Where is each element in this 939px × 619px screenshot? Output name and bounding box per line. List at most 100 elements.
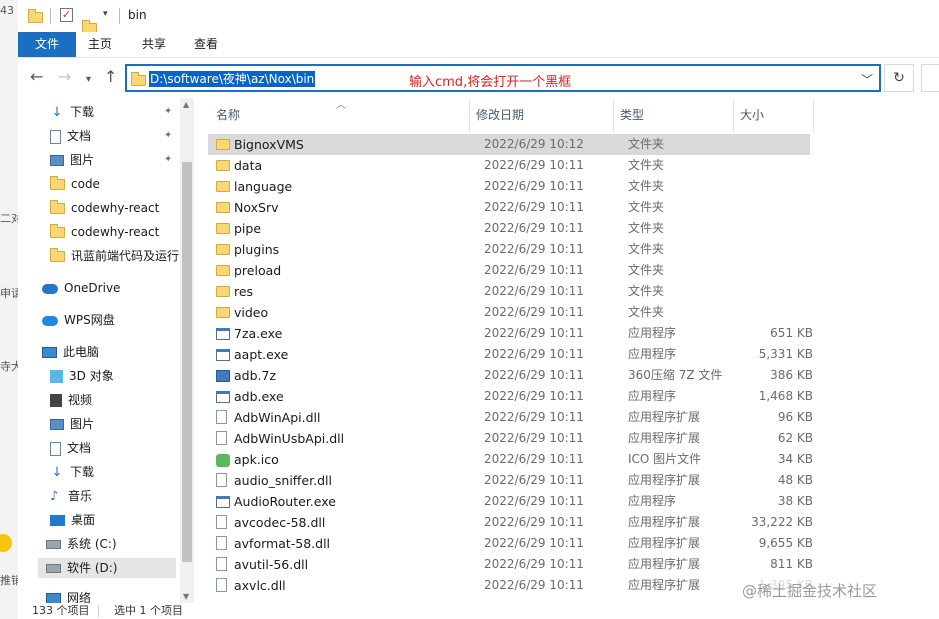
nav-item-downloads[interactable]: ↓ 下载 — [50, 102, 94, 122]
nav-item-drive-d[interactable]: 软件 (D:) — [38, 558, 176, 578]
download-arrow-icon: ↓ — [51, 104, 63, 120]
column-type[interactable]: 类型 — [614, 98, 734, 132]
computer-icon — [42, 347, 57, 358]
file-name: AdbWinApi.dll — [234, 410, 321, 425]
tab-share[interactable]: 共享 — [134, 32, 174, 57]
table-row[interactable]: AudioRouter.exe 2022/6/29 10:11 应用程序 38 KB — [208, 491, 813, 512]
table-row[interactable]: data 2022/6/29 10:11 文件夹 — [208, 155, 810, 176]
music-note-icon: ♪ — [50, 488, 59, 504]
dll-icon — [216, 473, 227, 487]
file-date: 2022/6/29 10:11 — [484, 494, 584, 508]
nav-item-drive-c[interactable]: 系统 (C:) — [46, 534, 117, 554]
nav-item-desktop[interactable]: 桌面 — [50, 510, 95, 530]
back-arrow-icon[interactable]: ← — [30, 68, 43, 86]
zip-icon — [216, 370, 230, 382]
tab-view[interactable]: 查看 — [186, 32, 226, 57]
scroll-down-icon[interactable]: ▼ — [183, 592, 189, 601]
ribbon: 文件 主页 共享 查看 — [18, 32, 939, 58]
recent-dropdown-icon[interactable]: ▾ — [86, 71, 91, 89]
table-row[interactable]: video 2022/6/29 10:11 文件夹 — [208, 302, 810, 323]
file-type: 应用程序扩展 — [628, 473, 701, 487]
scrollbar-thumb[interactable] — [182, 162, 192, 562]
nav-item-pictures[interactable]: 图片 — [50, 150, 94, 170]
chevron-down-icon[interactable]: ﹀ — [861, 71, 873, 88]
file-type: 文件夹 — [628, 221, 665, 235]
table-row[interactable]: adb.exe 2022/6/29 10:11 应用程序 1,468 KB — [208, 386, 813, 407]
file-type: 文件夹 — [628, 263, 665, 277]
properties-icon[interactable]: ✓ — [60, 8, 73, 22]
table-row[interactable]: audio_sniffer.dll 2022/6/29 10:11 应用程序扩展 48… — [208, 470, 813, 491]
table-row[interactable]: avformat-58.dll 2022/6/29 10:11 应用程序扩展 9,65… — [208, 533, 813, 554]
table-row[interactable]: adb.7z 2022/6/29 10:11 360压缩 7Z 文件 386 KB — [208, 365, 813, 386]
file-size: 9,655 KB — [758, 536, 813, 550]
table-row[interactable]: 7za.exe 2022/6/29 10:11 应用程序 651 KB — [208, 323, 813, 344]
folder-icon — [216, 244, 230, 255]
nav-item-documents[interactable]: 文档 — [50, 438, 91, 458]
address-bar[interactable]: D:\software\夜神\az\Nox\bin 输入cmd,将会打开一个黑框… — [125, 64, 881, 92]
exe-icon — [216, 496, 230, 508]
table-row[interactable]: NoxSrv 2022/6/29 10:11 文件夹 — [208, 197, 810, 218]
column-size[interactable]: 大小 — [734, 98, 814, 132]
table-row[interactable]: AdbWinUsbApi.dll 2022/6/29 10:11 应用程序扩展 62 … — [208, 428, 813, 449]
file-type: 应用程序扩展 — [628, 410, 701, 424]
table-row[interactable]: res 2022/6/29 10:11 文件夹 — [208, 281, 810, 302]
up-arrow-icon[interactable]: ↑ — [104, 68, 117, 86]
scroll-up-icon[interactable]: ▲ — [183, 100, 189, 109]
nav-item-music[interactable]: ♪ 音乐 — [50, 486, 92, 506]
refresh-button[interactable]: ↻ — [884, 64, 914, 92]
table-row[interactable]: language 2022/6/29 10:11 文件夹 — [208, 176, 810, 197]
nav-item-downloads[interactable]: ↓ 下载 — [50, 462, 94, 482]
nav-item-code[interactable]: code — [50, 174, 100, 194]
pin-icon[interactable]: ✦ — [164, 154, 172, 165]
nav-item-wps[interactable]: WPS网盘 — [42, 310, 115, 330]
file-date: 2022/6/29 10:11 — [484, 431, 584, 445]
nav-item-3d-objects[interactable]: 3D 对象 — [50, 366, 114, 386]
file-name: adb.exe — [234, 389, 284, 404]
nav-item-this-pc[interactable]: 此电脑 — [42, 342, 99, 362]
edge-fragment: 申请 — [0, 287, 18, 300]
nav-item-pictures[interactable]: 图片 — [50, 414, 94, 434]
nav-item-codewhy-react[interactable]: codewhy-react — [50, 198, 159, 218]
drive-icon — [46, 540, 61, 549]
tab-home[interactable]: 主页 — [80, 32, 120, 57]
table-row[interactable]: preload 2022/6/29 10:11 文件夹 — [208, 260, 810, 281]
file-name: AudioRouter.exe — [234, 494, 336, 509]
nav-item-xunlan[interactable]: 讯蓝前端代码及运行 — [50, 246, 179, 266]
table-row[interactable]: apk.ico 2022/6/29 10:11 ICO 图片文件 34 KB — [208, 449, 813, 470]
folder-icon — [216, 307, 230, 318]
table-row[interactable]: AdbWinApi.dll 2022/6/29 10:11 应用程序扩展 96 KB — [208, 407, 813, 428]
file-size: 33,222 KB — [751, 515, 813, 529]
table-row[interactable]: avcodec-58.dll 2022/6/29 10:11 应用程序扩展 33,22… — [208, 512, 813, 533]
quick-access-dropdown-icon[interactable]: ▾ — [103, 9, 108, 19]
file-type: 应用程序 — [628, 326, 677, 340]
nav-item-videos[interactable]: 视频 — [50, 390, 92, 410]
file-type: 文件夹 — [628, 242, 665, 256]
pin-icon[interactable]: ✦ — [164, 130, 172, 141]
nav-item-codewhy-react[interactable]: codewhy-react — [50, 222, 159, 242]
table-row[interactable]: pipe 2022/6/29 10:11 文件夹 — [208, 218, 810, 239]
column-name[interactable]: 名称 — [210, 98, 470, 132]
tab-file[interactable]: 文件 — [18, 32, 76, 57]
table-row[interactable]: avutil-56.dll 2022/6/29 10:11 应用程序扩展 811 KB — [208, 554, 813, 575]
column-date[interactable]: 修改日期 — [470, 98, 614, 132]
file-name: preload — [234, 263, 282, 278]
nav-item-onedrive[interactable]: OneDrive — [42, 278, 120, 298]
address-path[interactable]: D:\software\夜神\az\Nox\bin — [149, 71, 316, 87]
search-box[interactable] — [921, 64, 939, 92]
file-size: 5,331 KB — [758, 347, 813, 361]
folder-icon — [216, 181, 230, 192]
table-row[interactable]: plugins 2022/6/29 10:11 文件夹 — [208, 239, 810, 260]
file-type: 文件夹 — [628, 179, 665, 193]
folder-icon — [28, 9, 43, 23]
table-row[interactable]: aapt.exe 2022/6/29 10:11 应用程序 5,331 KB — [208, 344, 813, 365]
file-date: 2022/6/29 10:11 — [484, 200, 584, 214]
nav-scrollbar[interactable]: ▲ ▼ — [180, 98, 194, 603]
forward-arrow-icon[interactable]: → — [58, 68, 71, 86]
pin-icon[interactable]: ✦ — [164, 106, 172, 117]
file-date: 2022/6/29 10:11 — [484, 263, 584, 277]
nav-item-network[interactable]: 网络 — [46, 588, 91, 603]
nav-item-documents[interactable]: 文档 — [50, 126, 91, 146]
table-row[interactable]: BignoxVMS 2022/6/29 10:12 文件夹 — [208, 134, 810, 155]
file-name: data — [234, 158, 263, 173]
table-row[interactable]: axvlc.dll2022/6/29 10:11应用程序扩展1,395 KB — [208, 575, 813, 596]
